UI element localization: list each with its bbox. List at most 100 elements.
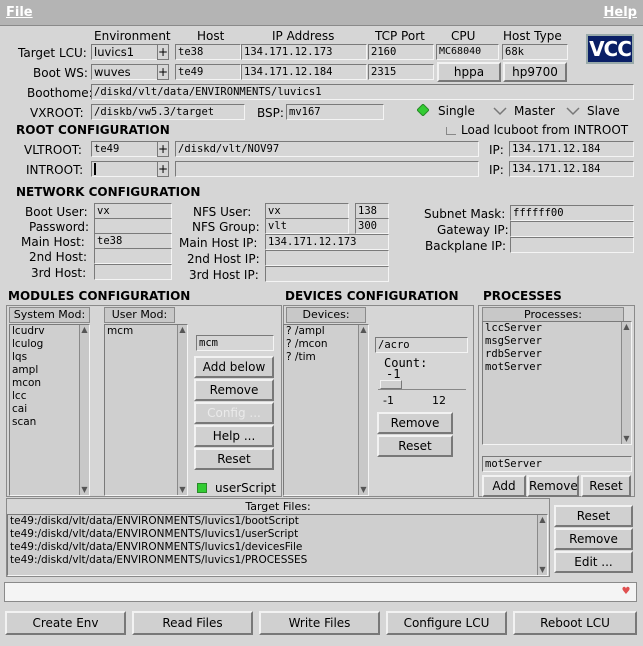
system-mod-scrollbar[interactable]: ▲ ▼ [79,325,89,495]
count-slider-handle[interactable] [380,380,402,389]
help-module-button[interactable]: Help ... [194,425,274,447]
remove-device-button[interactable]: Remove [377,412,453,434]
system-mod-item[interactable]: ampl [10,364,89,377]
master-label[interactable]: Master [514,104,555,118]
system-mod-item[interactable]: lcc [10,390,89,403]
reset-process-button[interactable]: Reset [581,475,631,497]
boot-user-field[interactable]: vx [94,203,172,219]
boot-ws-host[interactable]: te49 [175,64,241,80]
devices-scrollbar[interactable]: ▲ ▼ [358,325,368,495]
nfs-user-field[interactable]: vx [265,203,349,219]
reset-device-button[interactable]: Reset [377,435,453,457]
target-lcu-ip[interactable]: 134.171.12.173 [241,44,367,60]
process-item[interactable]: msgServer [483,335,631,348]
target-lcu-cpu[interactable]: MC68040 [436,44,499,60]
slave-radio-icon[interactable] [566,106,580,116]
target-file-item[interactable]: te49:/diskd/vlt/data/ENVIRONMENTS/luvics… [8,515,547,528]
user-mod-item[interactable]: mcm [105,325,187,338]
boot-ws-ip[interactable]: 134.171.12.184 [241,64,367,80]
single-label[interactable]: Single [438,104,475,118]
host3-ip-field[interactable] [265,266,389,282]
process-entry-field[interactable]: motServer [482,456,632,472]
boot-ws-port[interactable]: 2315 [368,64,434,80]
introot-plus[interactable]: + [157,161,169,177]
system-mod-item[interactable]: lcudrv [10,325,89,338]
load-lcuboot-label[interactable]: Load lcuboot from INTROOT [461,123,628,137]
process-item[interactable]: lccServer [483,322,631,335]
userscript-indicator-icon[interactable] [197,483,207,493]
target-file-item[interactable]: te49:/diskd/vlt/data/ENVIRONMENTS/luvics… [8,554,547,567]
boothome-field[interactable]: /diskd/vlt/data/ENVIRONMENTS/luvics1 [91,84,634,100]
slave-label[interactable]: Slave [587,104,620,118]
config-module-button[interactable]: Config ... [194,402,274,424]
module-entry-field[interactable]: mcm [196,335,274,351]
add-below-button[interactable]: Add below [194,356,274,378]
write-files-button[interactable]: Write Files [259,611,380,635]
nfs-group-field[interactable]: vlt [265,218,349,234]
target-lcu-env[interactable]: luvics1 [91,44,158,60]
target-file-item[interactable]: te49:/diskd/vlt/data/ENVIRONMENTS/luvics… [8,541,547,554]
target-lcu-port[interactable]: 2160 [368,44,434,60]
boot-ws-env-plus[interactable]: + [157,64,169,80]
vltroot-host[interactable]: te49 [91,141,158,157]
load-lcuboot-checkbox[interactable] [446,127,456,135]
main-host-ip-field[interactable]: 134.171.12.173 [265,234,389,250]
device-entry-field[interactable]: /acro [375,337,468,353]
boot-ws-env[interactable]: wuves [91,64,158,80]
user-mod-list[interactable]: mcm ▲ ▼ [104,324,188,496]
boot-ws-cpu[interactable]: hppa [437,62,501,82]
gateway-field[interactable] [510,221,634,237]
reboot-lcu-button[interactable]: Reboot LCU [513,611,637,635]
processes-scrollbar[interactable]: ▲ ▼ [621,322,631,444]
nfs-group-id-field[interactable]: 300 [355,218,389,234]
target-lcu-env-plus[interactable]: + [157,44,169,60]
system-mod-item[interactable]: mcon [10,377,89,390]
target-file-item[interactable]: te49:/diskd/vlt/data/ENVIRONMENTS/luvics… [8,528,547,541]
count-slider[interactable] [378,380,466,390]
system-mod-item[interactable]: lculog [10,338,89,351]
bsp-field[interactable]: mv167 [286,104,384,120]
system-mod-item[interactable]: cai [10,403,89,416]
vltroot-plus[interactable]: + [157,141,169,157]
userscript-label[interactable]: userScript [215,481,276,495]
file-menu[interactable]: File [6,5,33,20]
main-host-field[interactable]: te38 [94,233,172,249]
device-item[interactable]: ? /tim [284,351,368,364]
remove-target-file-button[interactable]: Remove [554,528,633,550]
read-files-button[interactable]: Read Files [132,611,253,635]
target-files-scrollbar[interactable]: ▲ ▼ [537,515,547,575]
device-item[interactable]: ? /ampl [284,325,368,338]
master-radio-icon[interactable] [493,106,507,116]
single-radio-icon[interactable] [417,104,429,116]
subnet-mask-field[interactable]: ffffff00 [510,205,634,221]
target-files-list[interactable]: te49:/diskd/vlt/data/ENVIRONMENTS/luvics… [7,514,548,576]
system-mod-item[interactable]: scan [10,416,89,429]
help-menu[interactable]: Help [604,5,637,20]
process-item[interactable]: motServer [483,361,631,374]
introot-ip[interactable]: 134.171.12.184 [509,161,634,177]
configure-lcu-button[interactable]: Configure LCU [386,611,507,635]
nfs-user-id-field[interactable]: 138 [355,203,389,219]
reset-module-button[interactable]: Reset [194,448,274,470]
introot-path[interactable] [175,161,479,177]
vxroot-field[interactable]: /diskb/vw5.3/target [91,104,245,120]
create-env-button[interactable]: Create Env [5,611,126,635]
host2-ip-field[interactable] [265,250,389,266]
vltroot-ip[interactable]: 134.171.12.184 [509,141,634,157]
introot-host[interactable] [91,161,158,177]
reset-target-files-button[interactable]: Reset [554,505,633,527]
process-item[interactable]: rdbServer [483,348,631,361]
system-mod-list[interactable]: lcudrv lculog lqs ampl mcon lcc cai scan ▲ ▼ [9,324,90,496]
vltroot-path[interactable]: /diskd/vlt/NOV97 [175,141,479,157]
add-process-button[interactable]: Add [482,475,526,497]
host2-field[interactable] [94,248,172,264]
user-mod-scrollbar[interactable]: ▲ ▼ [177,325,187,495]
target-lcu-hosttype[interactable]: 68k [502,44,568,60]
devices-list[interactable]: ? /ampl? /mcon? /tim ▲ ▼ [283,324,369,496]
host3-field[interactable] [94,264,172,280]
remove-process-button[interactable]: Remove [527,475,579,497]
device-item[interactable]: ? /mcon [284,338,368,351]
boot-ws-hosttype[interactable]: hp9700 [503,62,567,82]
system-mod-item[interactable]: lqs [10,351,89,364]
remove-module-button[interactable]: Remove [194,379,274,401]
